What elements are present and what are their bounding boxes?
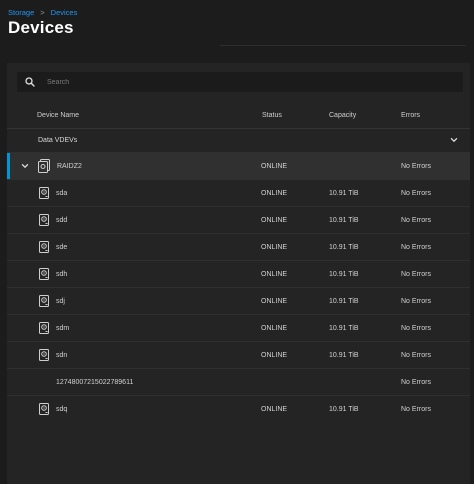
device-name: sde	[56, 244, 68, 251]
raid-icon	[38, 159, 50, 173]
title-divider	[220, 45, 466, 46]
disk-row[interactable]: sdm ONLINE 10.91 TiB No Errors	[7, 314, 470, 342]
breadcrumb-devices-link[interactable]: Devices	[51, 8, 78, 17]
page-title: Devices	[8, 18, 74, 37]
device-capacity: 10.91 TiB	[329, 352, 359, 359]
device-name: sdd	[56, 217, 68, 224]
group-row-data-vdevs[interactable]: Data VDEVs	[7, 129, 470, 153]
expand-chevron-icon[interactable]	[20, 161, 30, 171]
column-header-errors[interactable]: Errors	[401, 112, 420, 119]
device-errors: No Errors	[401, 325, 431, 332]
device-capacity: 10.91 TiB	[329, 217, 359, 224]
device-errors: No Errors	[401, 271, 431, 278]
device-status: ONLINE	[261, 217, 288, 224]
device-capacity: 10.91 TiB	[329, 190, 359, 197]
device-capacity: 10.91 TiB	[329, 298, 359, 305]
device-errors: No Errors	[401, 190, 431, 197]
device-errors: No Errors	[401, 298, 431, 305]
device-errors: No Errors	[401, 244, 431, 251]
devices-card: Device Name Status Capacity Errors Data …	[7, 63, 470, 484]
column-header-status[interactable]: Status	[262, 112, 282, 119]
column-header-capacity[interactable]: Capacity	[329, 112, 356, 119]
device-status: ONLINE	[261, 325, 288, 332]
hard-disk-icon	[39, 403, 49, 415]
disk-row[interactable]: sda ONLINE 10.91 TiB No Errors	[7, 179, 470, 207]
device-status: ONLINE	[261, 190, 288, 197]
device-errors: No Errors	[401, 352, 431, 359]
disk-row[interactable]: sdj ONLINE 10.91 TiB No Errors	[7, 287, 470, 315]
device-status: ONLINE	[261, 244, 288, 251]
device-name: sda	[56, 190, 68, 197]
device-name: sdq	[56, 406, 68, 413]
disk-row[interactable]: 12748007215022789611 No Errors	[7, 368, 470, 396]
breadcrumb: Storage > Devices	[8, 8, 77, 17]
search-bar[interactable]	[17, 72, 463, 92]
group-label: Data VDEVs	[38, 137, 78, 144]
device-errors: No Errors	[401, 217, 431, 224]
search-input[interactable]	[47, 78, 437, 86]
device-status: ONLINE	[261, 163, 288, 170]
device-name: sdj	[56, 298, 65, 305]
device-name: RAIDZ2	[57, 163, 82, 170]
device-name: sdm	[56, 325, 70, 332]
disk-row[interactable]: sdn ONLINE 10.91 TiB No Errors	[7, 341, 470, 369]
device-capacity: 10.91 TiB	[329, 325, 359, 332]
device-status: ONLINE	[261, 298, 288, 305]
device-errors: No Errors	[401, 379, 431, 386]
breadcrumb-separator: >	[40, 8, 45, 17]
device-status: ONLINE	[261, 271, 288, 278]
device-capacity: 10.91 TiB	[329, 244, 359, 251]
table-header: Device Name Status Capacity Errors	[7, 104, 470, 129]
device-capacity: 10.91 TiB	[329, 271, 359, 278]
device-name: 12748007215022789611	[56, 379, 134, 386]
chevron-down-icon[interactable]	[449, 135, 459, 145]
disk-row[interactable]: sde ONLINE 10.91 TiB No Errors	[7, 233, 470, 261]
hard-disk-icon	[39, 295, 49, 307]
device-name: sdh	[56, 271, 68, 278]
hard-disk-icon	[39, 268, 49, 280]
column-header-device-name[interactable]: Device Name	[37, 112, 79, 119]
breadcrumb-storage-link[interactable]: Storage	[8, 8, 34, 17]
hard-disk-icon	[39, 349, 49, 361]
hard-disk-icon	[39, 322, 49, 334]
device-errors: No Errors	[401, 406, 431, 413]
device-name: sdn	[56, 352, 68, 359]
hard-disk-icon	[39, 187, 49, 199]
vdev-row-raidz2[interactable]: RAIDZ2 ONLINE No Errors	[7, 152, 470, 180]
device-status: ONLINE	[261, 352, 288, 359]
disk-row[interactable]: sdd ONLINE 10.91 TiB No Errors	[7, 206, 470, 234]
search-icon	[24, 75, 38, 89]
hard-disk-icon	[39, 241, 49, 253]
device-status: ONLINE	[261, 406, 288, 413]
selected-indicator	[7, 153, 10, 180]
device-capacity: 10.91 TiB	[329, 406, 359, 413]
devices-page: Storage > Devices Devices Device Name St…	[0, 0, 474, 484]
hard-disk-icon	[39, 214, 49, 226]
disk-row[interactable]: sdq ONLINE 10.91 TiB No Errors	[7, 395, 470, 423]
disk-row[interactable]: sdh ONLINE 10.91 TiB No Errors	[7, 260, 470, 288]
device-errors: No Errors	[401, 163, 431, 170]
